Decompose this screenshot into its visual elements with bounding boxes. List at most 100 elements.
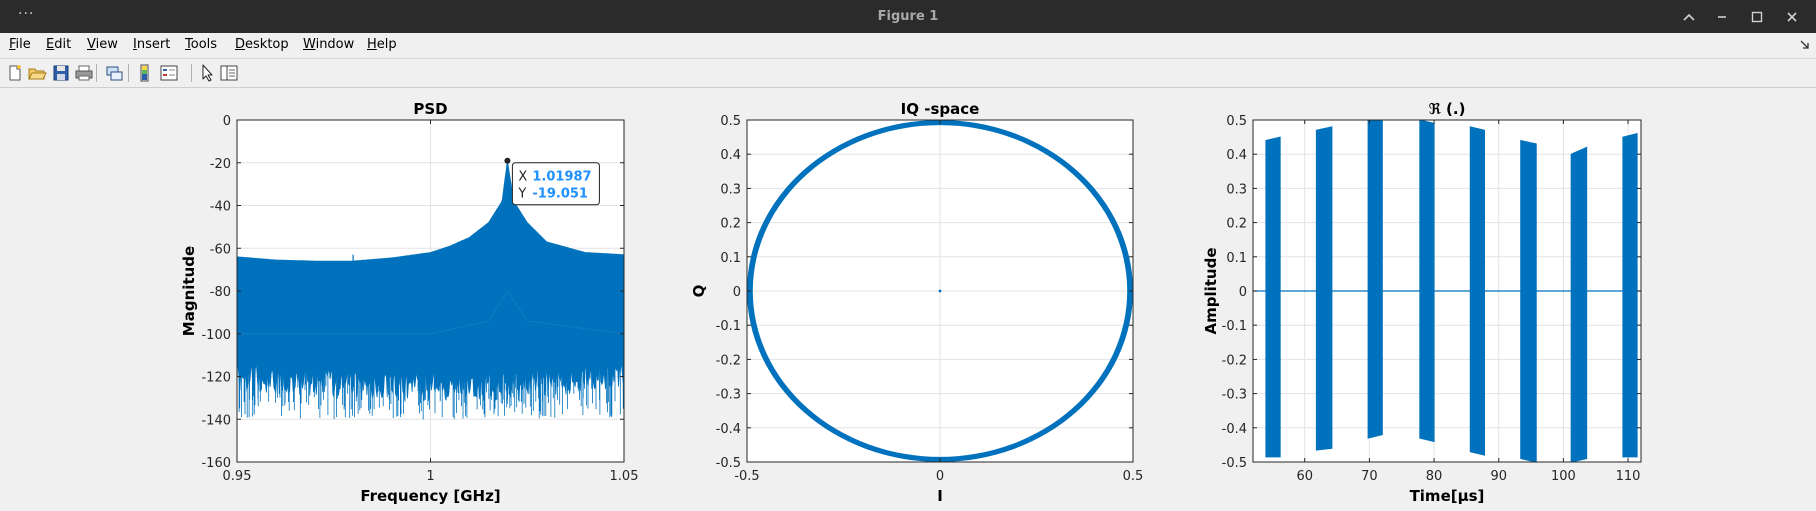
amplitude-burst [1520, 139, 1537, 462]
menu-view[interactable]: View [87, 37, 118, 52]
y-tick-label: -20 [210, 157, 231, 172]
property-inspector-icon[interactable] [219, 63, 239, 83]
datatip[interactable]: X 1.01987 Y -19.051 [511, 162, 600, 206]
menu-tools-label: ools [190, 37, 218, 52]
datatip-y-label: Y [517, 187, 526, 202]
minimize-button[interactable] [1705, 0, 1739, 33]
print-icon[interactable] [74, 63, 94, 83]
y-tick-label: 0.4 [720, 148, 741, 163]
legend-icon[interactable] [159, 63, 179, 83]
datatip-marker[interactable] [504, 157, 511, 164]
y-tick-label: -0.1 [1222, 319, 1247, 334]
x-tick-label: 90 [1490, 469, 1507, 484]
chart-1: X 1.01987 Y -19.051 0.95 1 1.05 0 -20 -40 -60 -80 -1… [180, 100, 638, 505]
toolbar-separator [96, 64, 97, 82]
figure-plots: X 1.01987 Y -19.051 0.95 1 1.05 0 -20 -40 -60 -80 -1… [180, 100, 1642, 505]
y-tick-label: 0.2 [720, 217, 741, 232]
y-tick-label: 0.1 [1226, 251, 1247, 266]
window-title: Figure 1 [877, 9, 939, 24]
y-tick-label: 0 [733, 285, 741, 300]
amplitude-burst [1367, 120, 1383, 439]
pointer-icon[interactable] [198, 63, 218, 83]
link-icon[interactable] [104, 63, 124, 83]
menu-edit[interactable]: Edit [46, 37, 71, 52]
menu-desktop[interactable]: Desktop [235, 37, 289, 52]
y-tick-label: -120 [201, 371, 231, 386]
x-tick-label: 1 [426, 469, 434, 484]
x-tick-label: 1.05 [610, 469, 639, 484]
y-tick-label: 0.3 [1226, 182, 1247, 197]
x-tick-label: 0.95 [223, 469, 252, 484]
y-axis-label: Amplitude [1202, 247, 1220, 334]
save-icon[interactable] [51, 63, 71, 83]
y-tick-label: 0.4 [1226, 148, 1247, 163]
close-icon [1787, 11, 1797, 22]
iq-center-point [938, 289, 942, 293]
y-axis-label: Magnitude [180, 246, 198, 336]
datatip-y-value: -19.051 [532, 187, 588, 202]
amplitude-burst [1315, 126, 1333, 451]
maximize-button[interactable] [1740, 0, 1774, 33]
colorbar-icon[interactable] [135, 63, 155, 83]
x-tick-label: 60 [1296, 469, 1313, 484]
y-tick-label: 0 [223, 114, 231, 129]
y-tick-label: 0.3 [720, 182, 741, 197]
menu-help-mnemonic: H [367, 37, 377, 52]
y-tick-label: 0.5 [1226, 114, 1247, 129]
x-tick-label: -0.5 [734, 469, 759, 484]
new-figure-icon[interactable] [5, 63, 25, 83]
toolbar-separator [128, 64, 129, 82]
x-tick-label: 80 [1426, 469, 1443, 484]
y-tick-label: -0.3 [1222, 388, 1247, 403]
chart-2: -0.5 0 0.5 0.5 0.4 0.3 0.2 0.1 0 -0.1 -0.2 -0.3 -0.4… [690, 100, 1143, 505]
x-tick-label: 0.5 [1123, 469, 1144, 484]
collapse-button[interactable] [1672, 0, 1706, 33]
y-tick-label: -80 [210, 285, 231, 300]
menu-window-label: indow [315, 37, 355, 52]
menu-file[interactable]: File [9, 37, 31, 52]
menu-tools[interactable]: Tools [185, 37, 217, 52]
y-tick-label: -0.4 [716, 422, 741, 437]
y-tick-label: 0.5 [720, 114, 741, 129]
figure-toolbar [0, 59, 1816, 88]
chevron-up-icon [1683, 13, 1695, 21]
dock-arrow-icon[interactable] [1800, 40, 1810, 50]
y-tick-label: -0.4 [1222, 422, 1247, 437]
open-file-icon[interactable] [27, 63, 47, 83]
y-axis-label: Q [690, 285, 708, 298]
menu-view-label: iew [95, 37, 118, 52]
toolbar-separator [191, 64, 192, 82]
chart-title: PSD [413, 100, 447, 118]
maximize-icon [1751, 11, 1763, 22]
amplitude-burst [1622, 133, 1638, 458]
y-tick-label: -0.5 [716, 456, 741, 471]
y-tick-label: 0.2 [1226, 217, 1247, 232]
y-tick-label: -60 [210, 242, 231, 257]
y-tick-label: -40 [210, 200, 231, 215]
menu-help[interactable]: Help [367, 37, 397, 52]
datatip-x-value: 1.01987 [532, 170, 591, 185]
menu-view-mnemonic: V [87, 37, 96, 52]
y-tick-label: -140 [201, 413, 231, 428]
y-tick-label: -0.3 [716, 388, 741, 403]
chart-title: IQ -space [901, 100, 980, 118]
close-button[interactable] [1775, 0, 1809, 33]
y-tick-label: 0.1 [720, 251, 741, 266]
menu-desktop-label: esktop [245, 37, 289, 52]
x-axis-label: Time[μs] [1410, 487, 1485, 505]
amplitude-burst [1570, 146, 1588, 462]
y-tick-label: -0.5 [1222, 456, 1247, 471]
menu-file-label: ile [15, 37, 31, 52]
y-tick-label: -160 [201, 456, 231, 471]
x-tick-label: 110 [1616, 469, 1641, 484]
window-titlebar: ··· Figure 1 [0, 0, 1816, 33]
x-tick-label: 0 [936, 469, 944, 484]
minimize-icon [1718, 15, 1726, 18]
x-axis-label: I [937, 487, 943, 505]
menu-insert[interactable]: Insert [133, 37, 170, 52]
x-axis-label: Frequency [GHz] [360, 487, 500, 505]
amplitude-burst [1265, 136, 1281, 458]
menu-window[interactable]: Window [303, 37, 354, 52]
menu-desktop-mnemonic: D [235, 37, 246, 52]
menu-help-label: elp [376, 37, 397, 52]
